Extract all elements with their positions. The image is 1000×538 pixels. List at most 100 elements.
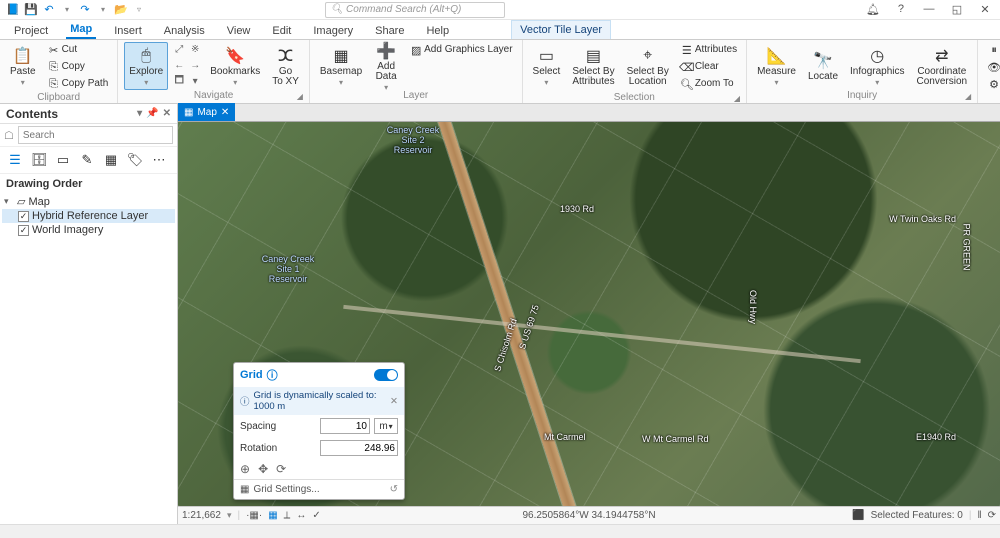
- pause-icon: ⏸: [987, 43, 1000, 57]
- more-labeling-button[interactable]: ⚙More▾: [984, 76, 1000, 92]
- grid-toggle[interactable]: [374, 369, 398, 381]
- contents-close-icon[interactable]: ✕: [163, 108, 171, 119]
- grid-reset-icon[interactable]: ↺: [390, 484, 398, 495]
- inquiry-launcher-icon[interactable]: ◢: [965, 92, 971, 101]
- tab-analysis[interactable]: Analysis: [160, 23, 209, 39]
- copy-path-button[interactable]: ⎘Copy Path: [44, 76, 112, 92]
- list-by-drawing-order-icon[interactable]: ☰: [6, 151, 24, 169]
- open-icon[interactable]: 📂: [114, 3, 128, 17]
- locate-button[interactable]: 🔭Locate: [804, 42, 842, 90]
- list-by-editing-icon[interactable]: ✎: [78, 151, 96, 169]
- group-inquiry: 📐Measure▾ 🔭Locate ◷Infographics▾ ⇄Coordi…: [747, 40, 978, 103]
- tree-node-world-imagery[interactable]: ✓World Imagery: [2, 223, 175, 237]
- map-view-tab-map[interactable]: ▦ Map ✕: [178, 103, 235, 121]
- contents-autohide-icon[interactable]: 📌: [146, 108, 158, 119]
- refresh-icon[interactable]: ⟳: [988, 510, 996, 521]
- coordinate-conversion-button[interactable]: ⇄Coordinate Conversion: [913, 42, 972, 90]
- selection-launcher-icon[interactable]: ◢: [734, 94, 740, 103]
- explore-button[interactable]: 🖱 Explore ▾: [124, 42, 168, 90]
- coordinates-display[interactable]: 96.2505864°W 34.1944758°N: [522, 510, 655, 521]
- prev-extent-icon[interactable]: ←: [172, 58, 186, 72]
- grid-icon[interactable]: ▦: [268, 510, 277, 521]
- tab-vector-tile-layer[interactable]: Vector Tile Layer: [511, 20, 611, 39]
- fixed-zoom-in-icon[interactable]: ※: [188, 42, 202, 56]
- correction-icon[interactable]: ↔: [296, 510, 306, 521]
- list-by-selection-icon[interactable]: ▭: [54, 151, 72, 169]
- list-by-labeling-icon[interactable]: 🏷: [126, 151, 144, 169]
- redo-icon[interactable]: ↷: [78, 3, 92, 17]
- basemap-button[interactable]: ▦Basemap▾: [316, 42, 366, 90]
- tab-share[interactable]: Share: [371, 23, 408, 39]
- restore-icon[interactable]: ◱: [948, 3, 966, 16]
- undo-icon[interactable]: ↶: [42, 3, 56, 17]
- redo-dropdown-icon[interactable]: ▾: [96, 3, 110, 17]
- grid-settings-link[interactable]: Grid Settings...: [253, 484, 319, 495]
- measure-button[interactable]: 📐Measure▾: [753, 42, 800, 90]
- nav-dropdown-icon[interactable]: ▾: [188, 74, 202, 88]
- attributes-button[interactable]: ☰Attributes: [677, 42, 740, 58]
- bookmarks-button[interactable]: 🔖Bookmarks▾: [206, 42, 264, 90]
- scale-display[interactable]: 1:21,662: [182, 510, 221, 521]
- cut-button[interactable]: ✂Cut: [44, 42, 112, 58]
- selected-features-display[interactable]: Selected Features: 0: [871, 510, 963, 521]
- constraints-icon[interactable]: ⟂: [284, 510, 291, 521]
- paste-button[interactable]: 📋 Paste ▾: [6, 42, 40, 90]
- go-to-xy-button[interactable]: ⵋGo To XY: [268, 42, 303, 90]
- tab-map[interactable]: Map: [66, 21, 96, 39]
- view-unplaced-button[interactable]: 👁View Unplaced: [984, 59, 1000, 75]
- contents-header: Contents ▾ 📌 ✕: [0, 104, 177, 124]
- layer-checkbox[interactable]: ✓: [18, 225, 29, 236]
- tree-node-hybrid-reference[interactable]: ✓Hybrid Reference Layer: [2, 209, 175, 223]
- clear-selection-button[interactable]: ⌫Clear: [677, 59, 740, 75]
- command-search[interactable]: 🔍︎ Command Search (Alt+Q): [325, 2, 505, 18]
- tree-node-map[interactable]: ▾▱Map: [2, 194, 175, 209]
- contents-more-icon[interactable]: ⋯: [150, 151, 168, 169]
- contents-menu-icon[interactable]: ▾: [137, 108, 142, 119]
- add-data-button[interactable]: ➕Add Data▾: [370, 42, 402, 90]
- filter-icon[interactable]: ☖: [4, 129, 14, 142]
- zoom-tool-icon[interactable]: 🗖: [172, 74, 186, 88]
- select-by-location-button[interactable]: ⌖Select By Location: [623, 42, 673, 90]
- spacing-unit-dropdown[interactable]: m▾: [374, 418, 398, 434]
- pause-drawing-icon[interactable]: ‖: [977, 510, 981, 521]
- undo-dropdown-icon[interactable]: ▾: [60, 3, 74, 17]
- save-icon[interactable]: 💾: [24, 3, 38, 17]
- contents-search-input[interactable]: [18, 126, 173, 144]
- caret-icon[interactable]: ▾: [4, 196, 14, 207]
- map-canvas[interactable]: 1930 Rd W Twin Oaks Rd Mt Carmel W Mt Ca…: [178, 122, 1000, 506]
- tab-help[interactable]: Help: [422, 23, 453, 39]
- inference-icon[interactable]: ✓: [312, 510, 320, 521]
- navigate-launcher-icon[interactable]: ◢: [297, 92, 303, 101]
- minimize-icon[interactable]: —: [920, 3, 938, 16]
- infographics-button[interactable]: ◷Infographics▾: [846, 42, 908, 90]
- copy-button[interactable]: ⎘Copy: [44, 59, 112, 75]
- snapping-icon[interactable]: ·▦·: [246, 510, 262, 521]
- qat-customize-icon[interactable]: ▿: [132, 3, 146, 17]
- close-icon[interactable]: ✕: [976, 3, 994, 16]
- rotation-input[interactable]: [320, 440, 398, 456]
- tab-edit[interactable]: Edit: [268, 23, 295, 39]
- zoom-to-selection-button[interactable]: 🔍︎Zoom To: [677, 76, 740, 92]
- grid-set-origin-icon[interactable]: ✥: [258, 462, 268, 476]
- select-button[interactable]: ▭Select▾: [529, 42, 565, 90]
- notifications-icon[interactable]: 🔔︎: [864, 3, 882, 16]
- tab-insert[interactable]: Insert: [110, 23, 146, 39]
- layer-checkbox[interactable]: ✓: [18, 211, 29, 222]
- tab-project[interactable]: Project: [10, 23, 52, 39]
- list-by-snapping-icon[interactable]: ▦: [102, 151, 120, 169]
- help-icon[interactable]: ?: [892, 3, 910, 16]
- select-by-attributes-button[interactable]: ▤Select By Attributes: [568, 42, 618, 90]
- add-graphics-layer-button[interactable]: ▨Add Graphics Layer: [406, 42, 515, 58]
- full-extent-icon[interactable]: ⤢: [172, 42, 186, 56]
- tab-imagery[interactable]: Imagery: [309, 23, 357, 39]
- pause-labeling-button[interactable]: ⏸Pause: [984, 42, 1000, 58]
- spacing-input[interactable]: [320, 418, 370, 434]
- grid-info-close-icon[interactable]: ✕: [390, 396, 398, 407]
- grid-move-origin-icon[interactable]: ⊕: [240, 462, 250, 476]
- tab-view[interactable]: View: [223, 23, 255, 39]
- grid-help-icon[interactable]: ⓘ: [267, 367, 278, 383]
- map-tab-close-icon[interactable]: ✕: [221, 107, 229, 118]
- grid-rotate-icon[interactable]: ⟳: [276, 462, 286, 476]
- next-extent-icon[interactable]: →: [188, 58, 202, 72]
- list-by-source-icon[interactable]: 🗄: [30, 151, 48, 169]
